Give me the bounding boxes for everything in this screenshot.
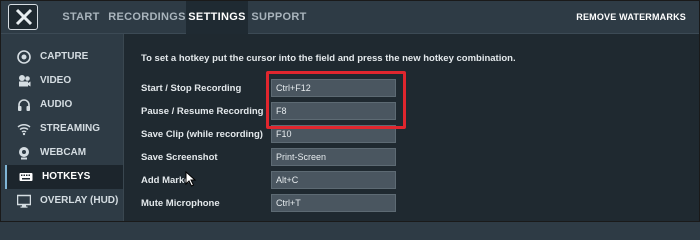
hotkey-field-save-screenshot[interactable] (271, 148, 396, 166)
sidebar-item-hotkeys[interactable]: HOTKEYS (5, 165, 123, 189)
wifi-icon (17, 123, 31, 136)
sidebar-item-audio[interactable]: AUDIO (5, 93, 123, 117)
mouse-cursor-icon (185, 171, 197, 187)
sidebar-item-webcam[interactable]: WEBCAM (5, 141, 123, 165)
tab-support[interactable]: SUPPORT (250, 0, 308, 34)
tab-settings[interactable]: SETTINGS (186, 0, 248, 34)
headphones-icon (18, 99, 30, 111)
top-navigation-bar: START RECORDINGS SETTINGS SUPPORT REMOVE… (0, 0, 700, 34)
hotkeys-instructions: To set a hotkey put the cursor into the … (141, 53, 516, 64)
sidebar-item-label: OVERLAY (HUD) (40, 195, 119, 206)
settings-sidebar: CAPTURE VIDEO AUDIO STREAMING WEBCAM HOT… (0, 34, 123, 222)
monitor-icon (17, 194, 31, 208)
hotkey-field-start-stop[interactable] (271, 79, 396, 97)
hotkeys-panel: To set a hotkey put the cursor into the … (123, 34, 700, 222)
hotkey-field-pause-resume[interactable] (271, 102, 396, 120)
capture-icon (17, 50, 31, 64)
tab-recordings[interactable]: RECORDINGS (108, 0, 186, 34)
sidebar-item-video[interactable]: VIDEO (5, 69, 123, 93)
app-logo[interactable] (8, 4, 38, 30)
sidebar-item-label: VIDEO (40, 75, 72, 86)
hotkey-label-save-screenshot: Save Screenshot (141, 152, 218, 163)
keyboard-icon (19, 173, 33, 181)
hotkey-label-mute-microphone: Mute Microphone (141, 198, 220, 209)
sidebar-item-streaming[interactable]: STREAMING (5, 117, 123, 141)
sidebar-item-label: STREAMING (40, 123, 100, 134)
video-icon (19, 75, 31, 87)
remove-watermarks-link[interactable]: REMOVE WATERMARKS (576, 0, 686, 34)
sidebar-item-label: HOTKEYS (42, 171, 91, 182)
hotkey-field-add-marker[interactable] (271, 171, 396, 189)
sidebar-item-label: CAPTURE (40, 51, 89, 62)
hotkey-label-save-clip: Save Clip (while recording) (141, 129, 263, 140)
hotkey-label-start-stop: Start / Stop Recording (141, 83, 242, 94)
tab-start[interactable]: START (55, 0, 107, 34)
hotkey-field-save-clip[interactable] (271, 125, 396, 143)
sidebar-item-label: AUDIO (40, 99, 73, 110)
hotkey-field-mute-microphone[interactable] (271, 194, 396, 212)
hotkey-label-pause-resume: Pause / Resume Recording (141, 106, 264, 117)
sidebar-item-label: WEBCAM (40, 147, 87, 158)
sidebar-item-capture[interactable]: CAPTURE (5, 45, 123, 69)
sidebar-item-overlay[interactable]: OVERLAY (HUD) (5, 189, 123, 213)
logo-x-icon (15, 8, 33, 26)
webcam-icon (19, 147, 29, 160)
